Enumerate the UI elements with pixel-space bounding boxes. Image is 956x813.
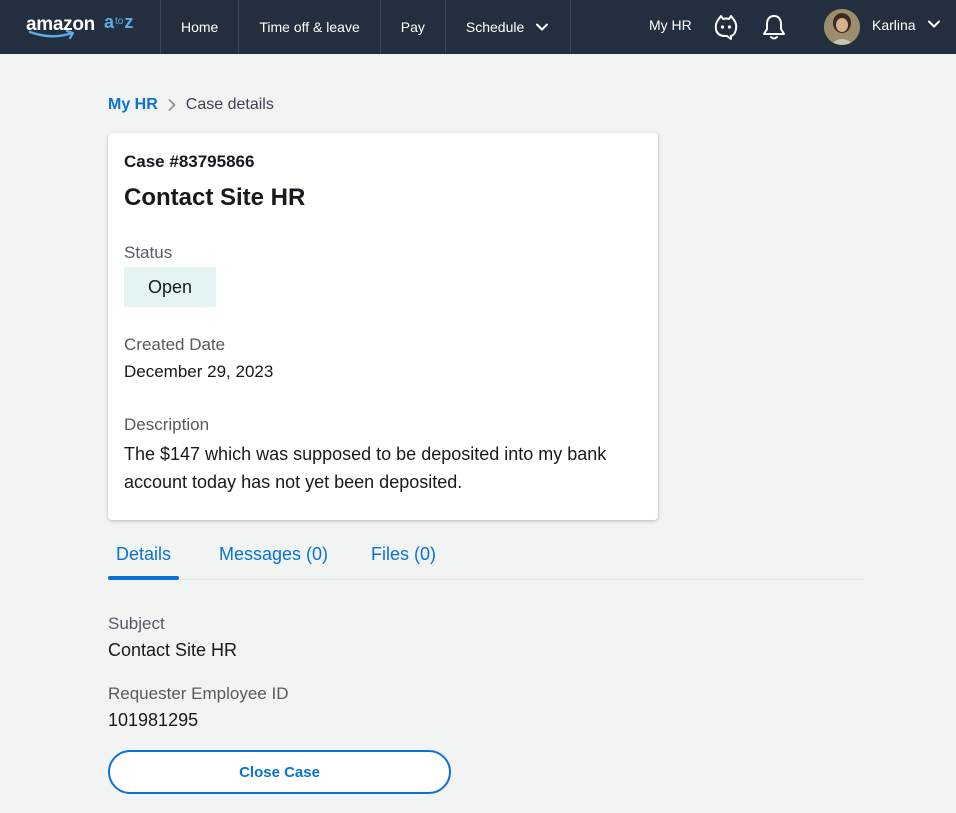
description-label: Description (124, 415, 210, 434)
chevron-right-icon (168, 99, 176, 111)
top-navigation-bar: amazon atoz Home Time off & leave Pay Sc… (0, 0, 956, 54)
tab-details[interactable]: Details (116, 544, 171, 565)
nav-home[interactable]: Home (160, 0, 238, 54)
close-case-button[interactable]: Close Case (108, 750, 451, 794)
breadcrumb: My HR Case details (108, 96, 274, 114)
case-number: Case #83795866 (124, 152, 255, 171)
smile-arrow-icon (28, 30, 75, 40)
active-tab-indicator (108, 576, 179, 580)
nav-time-off-label: Time off & leave (259, 19, 360, 35)
status-label: Status (124, 243, 173, 262)
nav-schedule-label: Schedule (465, 19, 525, 35)
tab-files[interactable]: Files (0) (371, 544, 436, 565)
case-title: Contact Site HR (124, 184, 306, 211)
logo-atoz: atoz (104, 12, 134, 32)
subject-label: Subject (108, 614, 165, 633)
chevron-down-icon (536, 23, 549, 31)
nav-my-hr[interactable]: My HR (649, 17, 692, 33)
tab-messages[interactable]: Messages (0) (219, 544, 328, 565)
nav-pay[interactable]: Pay (379, 0, 445, 54)
nav-home-label: Home (181, 19, 219, 35)
requester-id-label: Requester Employee ID (108, 684, 289, 703)
avatar-image (824, 9, 860, 45)
breadcrumb-current: Case details (185, 96, 274, 113)
nav-pay-label: Pay (400, 19, 425, 35)
created-date-value: December 29, 2023 (124, 362, 274, 381)
breadcrumb-my-hr[interactable]: My HR (108, 96, 158, 114)
avatar[interactable] (824, 9, 860, 45)
main-nav: Home Time off & leave Pay Schedule (160, 0, 572, 54)
case-tabs: Details Messages (0) Files (0) (108, 536, 864, 580)
description-value: The $147 which was supposed to be deposi… (124, 444, 607, 492)
subject-value: Contact Site HR (108, 640, 238, 660)
nav-time-off[interactable]: Time off & leave (238, 0, 379, 54)
chatbot-icon[interactable] (712, 13, 740, 41)
created-date-label: Created Date (124, 335, 226, 354)
user-name[interactable]: Karlina (872, 17, 916, 33)
status-badge: Open (124, 267, 216, 307)
requester-id-value: 101981295 (108, 710, 199, 730)
case-summary-card: Case #83795866 Contact Site HR Status Op… (108, 133, 658, 520)
bell-icon[interactable] (760, 13, 788, 41)
nav-schedule[interactable]: Schedule (444, 0, 572, 54)
chevron-down-icon[interactable] (928, 20, 940, 28)
